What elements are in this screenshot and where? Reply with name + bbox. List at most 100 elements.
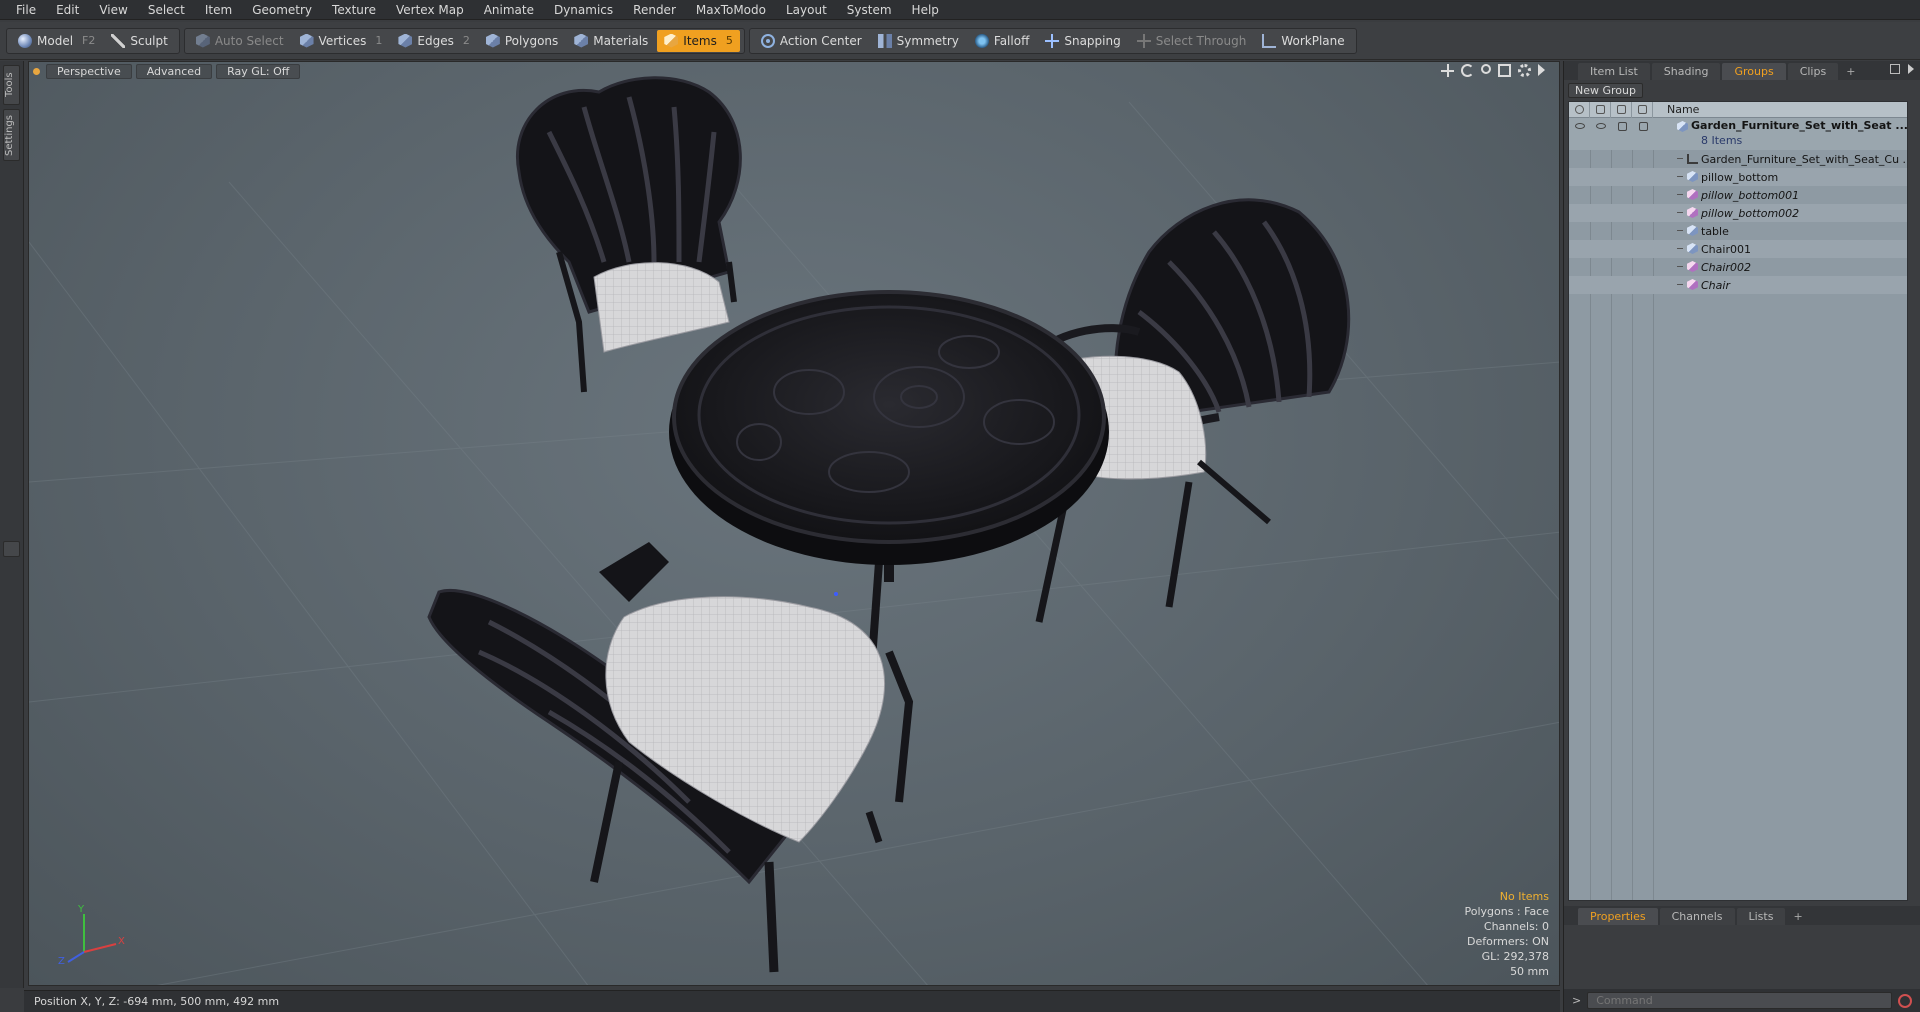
- select-column-header[interactable]: [1632, 102, 1653, 118]
- falloff-button[interactable]: Falloff: [968, 30, 1036, 52]
- menu-vertex-map[interactable]: Vertex Map: [386, 3, 474, 17]
- list-item[interactable]: pillow_bottom: [1569, 168, 1907, 186]
- item-name: Chair: [1701, 278, 1730, 292]
- menu-geometry[interactable]: Geometry: [242, 3, 322, 17]
- workplane-icon: [1262, 33, 1277, 48]
- menu-file[interactable]: File: [6, 3, 46, 17]
- tab-tools[interactable]: Tools: [3, 65, 20, 105]
- menu-texture[interactable]: Texture: [322, 3, 386, 17]
- menu-view[interactable]: View: [89, 3, 137, 17]
- selection-info: No Items: [1499, 890, 1549, 903]
- group-lock-toggle[interactable]: [1615, 120, 1629, 132]
- tab-groups[interactable]: Groups: [1722, 63, 1786, 80]
- tab-channels[interactable]: Channels: [1659, 908, 1735, 925]
- lock-column-header[interactable]: [1611, 102, 1632, 118]
- scene-canvas[interactable]: Y X Z: [29, 62, 1560, 986]
- command-clear-icon[interactable]: [1898, 993, 1913, 1008]
- maximize-panel-icon[interactable]: [1890, 64, 1900, 74]
- group-row[interactable]: Garden_Furniture_Set_with_Seat ... 8 Ite…: [1569, 118, 1907, 150]
- group-select-toggle[interactable]: [1636, 120, 1650, 132]
- action-center-button[interactable]: Action Center: [754, 30, 869, 52]
- vertices-button[interactable]: Vertices 1: [293, 30, 390, 52]
- groups-list: Name Garden_Furniture_Set_with_Seat ... …: [1568, 101, 1908, 901]
- model-button[interactable]: Model F2: [11, 30, 102, 52]
- tab-lists[interactable]: Lists: [1736, 908, 1786, 925]
- tab-properties[interactable]: Properties: [1578, 908, 1658, 925]
- menu-dynamics[interactable]: Dynamics: [544, 3, 623, 17]
- item-name: pillow_bottom001: [1701, 188, 1800, 202]
- menu-help[interactable]: Help: [902, 3, 949, 17]
- workplane-button[interactable]: WorkPlane: [1255, 30, 1351, 52]
- menu-select[interactable]: Select: [138, 3, 195, 17]
- chair-back-left[interactable]: [516, 76, 742, 393]
- menu-render[interactable]: Render: [623, 3, 686, 17]
- list-item[interactable]: pillow_bottom001: [1569, 186, 1907, 204]
- auto-select-button[interactable]: Auto Select: [189, 30, 291, 52]
- menu-layout[interactable]: Layout: [776, 3, 837, 17]
- menu-bar: File Edit View Select Item Geometry Text…: [0, 0, 1920, 20]
- groups-scrollbar[interactable]: [1913, 101, 1919, 901]
- zoom-icon[interactable]: [1481, 64, 1491, 74]
- menu-animate[interactable]: Animate: [474, 3, 544, 17]
- workplane-label: WorkPlane: [1281, 33, 1345, 48]
- items-button[interactable]: Items 5: [657, 29, 740, 52]
- tab-shading[interactable]: Shading: [1651, 63, 1721, 80]
- menu-maxtomodo[interactable]: MaxToModo: [686, 3, 776, 17]
- list-item[interactable]: table: [1569, 222, 1907, 240]
- model-shortcut: F2: [82, 34, 96, 47]
- properties-area: [1564, 925, 1920, 981]
- name-column-header[interactable]: Name: [1653, 103, 1699, 116]
- snapping-icon: [1045, 33, 1060, 48]
- list-item[interactable]: Chair001: [1569, 240, 1907, 258]
- sculpt-button[interactable]: Sculpt: [104, 30, 174, 52]
- tree-line: [1677, 284, 1683, 285]
- materials-button[interactable]: Materials: [567, 30, 655, 52]
- rotate-icon[interactable]: [1461, 64, 1474, 77]
- list-item[interactable]: Chair: [1569, 276, 1907, 294]
- menu-edit[interactable]: Edit: [46, 3, 89, 17]
- group-render-toggle[interactable]: [1594, 120, 1608, 132]
- command-input[interactable]: [1587, 992, 1893, 1009]
- tab-clips[interactable]: Clips: [1787, 63, 1839, 80]
- mesh-icon: [1687, 243, 1698, 254]
- gear-icon[interactable]: [1518, 64, 1531, 77]
- command-bar: >: [1564, 989, 1920, 1012]
- list-item[interactable]: Chair002: [1569, 258, 1907, 276]
- pan-icon[interactable]: [1441, 64, 1454, 77]
- menu-item[interactable]: Item: [195, 3, 242, 17]
- mesh-instance-icon: [1687, 261, 1698, 272]
- view-type-button[interactable]: Perspective: [46, 63, 132, 79]
- expand-arrow-icon[interactable]: [1538, 64, 1545, 76]
- group-icon: [1677, 121, 1688, 132]
- tab-item-list[interactable]: Item List: [1578, 63, 1650, 80]
- strip-toggle[interactable]: [3, 541, 20, 557]
- maximize-icon[interactable]: [1498, 64, 1511, 77]
- list-item[interactable]: Garden_Furniture_Set_with_Seat_Cu ...: [1569, 150, 1907, 168]
- left-tool-strip: Tools Settings: [0, 61, 24, 988]
- right-panel: Item List Shading Groups Clips + New Gro…: [1563, 61, 1920, 1012]
- chair-front[interactable]: [427, 542, 914, 973]
- select-through-button[interactable]: Select Through: [1130, 30, 1254, 52]
- symmetry-button[interactable]: Symmetry: [871, 30, 966, 52]
- panel-menu-arrow-icon[interactable]: [1908, 64, 1914, 74]
- item-name: Garden_Furniture_Set_with_Seat_Cu ...: [1701, 152, 1908, 166]
- group-visibility-toggle[interactable]: [1573, 120, 1587, 132]
- shading-mode-button[interactable]: Advanced: [135, 63, 213, 79]
- add-properties-tab-button[interactable]: +: [1787, 908, 1808, 925]
- viewport-options-icon[interactable]: [33, 67, 40, 75]
- list-item[interactable]: pillow_bottom002: [1569, 204, 1907, 222]
- edges-button[interactable]: Edges 2: [391, 30, 476, 52]
- polygons-icon: [485, 33, 500, 48]
- visibility-column-header[interactable]: [1569, 102, 1590, 118]
- 3d-viewport[interactable]: Y X Z Perspective Advanced Ray GL: Off N…: [28, 61, 1560, 986]
- snapping-button[interactable]: Snapping: [1038, 30, 1127, 52]
- new-group-button[interactable]: New Group: [1568, 83, 1643, 98]
- polygons-button[interactable]: Polygons: [479, 30, 565, 52]
- command-history-arrow-icon[interactable]: >: [1572, 994, 1581, 1007]
- menu-system[interactable]: System: [837, 3, 902, 17]
- raygl-button[interactable]: Ray GL: Off: [216, 63, 301, 79]
- add-tab-button[interactable]: +: [1840, 63, 1861, 80]
- render-column-header[interactable]: [1590, 102, 1611, 118]
- items-shortcut: 5: [725, 34, 733, 47]
- tab-settings[interactable]: Settings: [3, 109, 20, 161]
